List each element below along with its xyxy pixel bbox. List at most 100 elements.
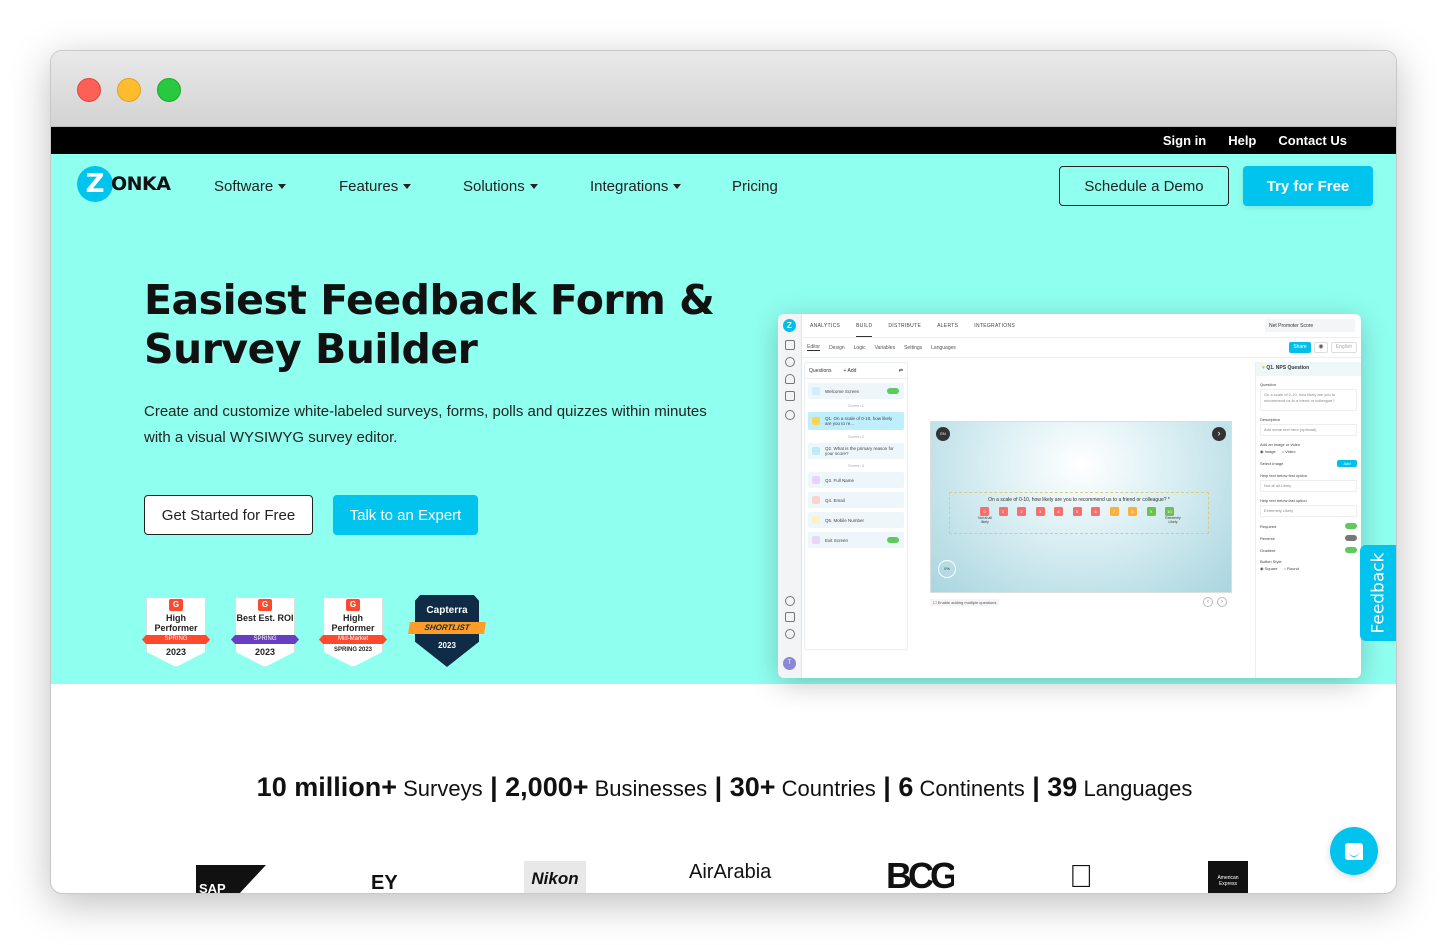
capterra-year: 2023 <box>438 641 456 650</box>
main-nav: Z ONKA Software Features Solutions Integ… <box>51 154 1396 219</box>
nav-label: Pricing <box>732 178 778 195</box>
avatar: T <box>783 657 796 670</box>
nav-solutions[interactable]: Solutions <box>463 178 538 195</box>
stat-number: 2,000+ <box>505 772 589 802</box>
zonka-logo[interactable]: Z ONKA <box>77 166 171 202</box>
screen-divider: Screen 2 <box>847 434 864 439</box>
chat-icon <box>785 357 795 367</box>
stats-banner: 10 million+ Surveys | 2,000+ Businesses … <box>51 772 1396 803</box>
question-type-icon <box>812 417 820 425</box>
questions-list: Welcome Screen Screen 1 Q1. On a scale of … <box>805 383 907 548</box>
try-for-free-button[interactable]: Try for Free <box>1243 166 1373 206</box>
language-select: English <box>1331 342 1357 353</box>
tab-design: Design <box>829 344 845 351</box>
talk-to-expert-button[interactable]: Talk to an Expert <box>333 495 478 535</box>
question-item: Q4. Email <box>808 492 904 508</box>
gradient-row: Gradient <box>1260 547 1357 553</box>
plus-icon <box>785 410 795 420</box>
close-window-button[interactable] <box>77 78 101 102</box>
nps-option: 4 <box>1054 507 1063 516</box>
contact-us-link[interactable]: Contact Us <box>1278 133 1347 148</box>
chat-icon <box>1345 842 1363 860</box>
badge-ribbon: Mid-Market <box>319 635 387 644</box>
get-started-button[interactable]: Get Started for Free <box>144 495 313 535</box>
description-label: Description <box>1260 417 1281 422</box>
help-link[interactable]: Help <box>1228 133 1256 148</box>
hero-title: Easiest Feedback Form & Survey Builder <box>144 276 715 374</box>
minimize-window-button[interactable] <box>117 78 141 102</box>
logo-text: ONKA <box>111 173 171 195</box>
scale-labels: Not at all likely Extremely Likely <box>950 516 1208 526</box>
high-label: Extremely Likely <box>1165 516 1181 524</box>
tab-alerts: ALERTS <box>937 322 959 329</box>
app-sidebar: Z T <box>778 314 802 678</box>
select-image-label: Select Image <box>1260 461 1284 466</box>
tab-variables: Variables <box>874 344 896 351</box>
radio-label: Square <box>1264 566 1278 571</box>
question-label: Welcome Screen <box>825 388 860 394</box>
last-help-label: Help text below last option <box>1260 498 1307 503</box>
stat-separator: | <box>1024 772 1048 802</box>
schedule-demo-button[interactable]: Schedule a Demo <box>1059 166 1229 206</box>
next-arrow-icon: › <box>1217 597 1227 607</box>
radio-image: ◉ Image <box>1260 449 1276 454</box>
sign-in-link[interactable]: Sign in <box>1163 133 1206 148</box>
nav-pricing[interactable]: Pricing <box>732 178 778 195</box>
capterra-shortlist-badge: Capterra SHORTLIST 2023 <box>408 595 486 667</box>
maximize-window-button[interactable] <box>157 78 181 102</box>
question-type-icon <box>812 536 820 544</box>
tab-analytics: ANALYTICS <box>810 322 841 329</box>
stat-label: Businesses <box>594 776 708 801</box>
survey-preview-canvas: EN › On a scale of 0-10, how likely are … <box>930 421 1232 593</box>
description-field: Add some text here (optional) <box>1260 424 1357 436</box>
share-button: Share <box>1289 342 1311 353</box>
stat-separator: | <box>707 772 730 802</box>
question-item: Q5. Mobile Number <box>808 512 904 528</box>
badge-year: 2023 <box>254 647 276 657</box>
capterra-name: Capterra <box>426 605 468 616</box>
question-item: Exit Screen <box>808 532 904 548</box>
gradient-label: Gradient <box>1260 547 1276 553</box>
g2-badge-mid-market: G High Performer Mid-Market SPRING 2023 <box>319 597 387 667</box>
tab-integrations: INTEGRATIONS <box>974 322 1015 329</box>
media-label: Add an image or video <box>1260 442 1301 447</box>
g2-logo-icon: G <box>258 599 272 611</box>
nav-integrations[interactable]: Integrations <box>590 178 682 195</box>
toggle-on <box>887 537 899 543</box>
nps-option: 5 <box>1072 507 1082 516</box>
app-sub-tabs: Editor Design Logic Variables Settings L… <box>802 338 1361 358</box>
g2-badge-best-roi: G Best Est. ROI SPRING 2023 <box>231 597 299 667</box>
hero-subtitle: Create and customize white-labeled surve… <box>144 403 707 446</box>
add-image-button: Add <box>1337 460 1357 467</box>
question-type-icon <box>812 496 820 504</box>
nav-features[interactable]: Features <box>339 178 412 195</box>
question-item: Q2. What is the primary reason for your … <box>808 443 904 459</box>
required-row: Required <box>1260 523 1357 529</box>
reverse-toggle <box>1345 535 1357 541</box>
apple-logo-icon:  <box>1069 861 1093 893</box>
stat-item: 2,000+ Businesses <box>505 772 708 802</box>
chat-widget-button[interactable] <box>1330 827 1378 875</box>
low-label: Not at all likely <box>978 516 992 524</box>
multi-label: Enable adding multiple questions <box>937 600 997 605</box>
settings-header: ♥ Q1. NPS Question <box>1256 362 1361 376</box>
nav-software[interactable]: Software <box>214 178 287 195</box>
settings-title: Q1. NPS Question <box>1266 365 1310 371</box>
nps-option: 9 <box>1146 507 1156 516</box>
caret-down-icon <box>278 184 287 189</box>
stat-item: 39 Languages <box>1047 772 1192 802</box>
reorder-icon: ⇄ <box>898 367 903 374</box>
button-style-label: Button Style <box>1260 559 1282 564</box>
feedback-tab[interactable]: Feedback <box>1360 545 1396 641</box>
stat-number: 30+ <box>729 772 776 802</box>
question-field: On a scale of 0-10, how likely are you t… <box>1260 389 1357 411</box>
nav-label: Integrations <box>590 178 669 195</box>
radio-video: ○ Video <box>1281 449 1296 454</box>
stat-separator: | <box>875 772 899 802</box>
next-arrow-icon: › <box>1212 427 1226 441</box>
badge-year: 2023 <box>165 647 187 657</box>
badge-ribbon: SPRING <box>142 635 210 644</box>
preview-pager: ‹ › <box>1203 597 1227 607</box>
question-label: Question <box>1260 382 1277 387</box>
media-radios: ◉ Image ○ Video <box>1260 449 1357 454</box>
